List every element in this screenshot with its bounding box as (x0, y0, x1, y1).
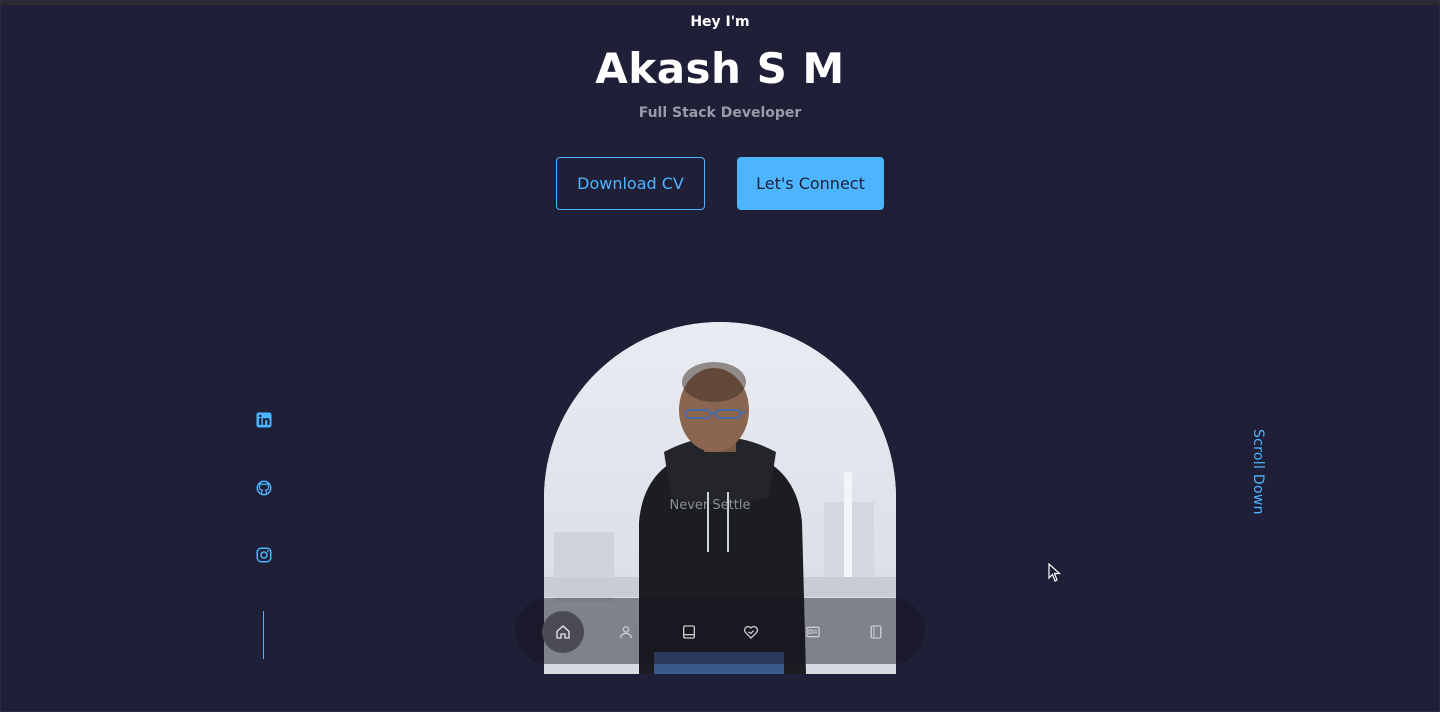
social-divider-line (263, 611, 264, 659)
book-icon (683, 625, 695, 639)
instagram-icon[interactable] (254, 545, 274, 565)
hero-name: Akash S M (595, 44, 845, 93)
nav-portfolio[interactable] (792, 611, 834, 653)
hero-role: Full Stack Developer (638, 105, 802, 121)
github-icon[interactable] (254, 478, 274, 498)
scroll-down-link[interactable]: Scroll Down (1250, 429, 1266, 515)
portfolio-icon (806, 626, 820, 638)
nav-home[interactable] (542, 611, 584, 653)
user-icon (620, 626, 632, 639)
lets-connect-button[interactable]: Let's Connect (737, 157, 884, 210)
greeting-text: Hey I'm (690, 14, 750, 30)
nav-experience[interactable] (668, 611, 710, 653)
window-top-bar (0, 0, 1440, 5)
home-icon (556, 625, 570, 639)
linkedin-icon[interactable] (254, 410, 274, 430)
mouse-cursor-icon (1048, 563, 1062, 582)
nav-contact[interactable] (855, 611, 897, 653)
nav-services[interactable] (730, 611, 772, 653)
shirt-text: Never Settle (670, 498, 751, 513)
download-cv-button[interactable]: Download CV (556, 157, 705, 210)
services-icon (743, 625, 759, 639)
contact-icon (870, 625, 882, 639)
nav-about[interactable] (605, 611, 647, 653)
bottom-navigation (515, 598, 925, 664)
